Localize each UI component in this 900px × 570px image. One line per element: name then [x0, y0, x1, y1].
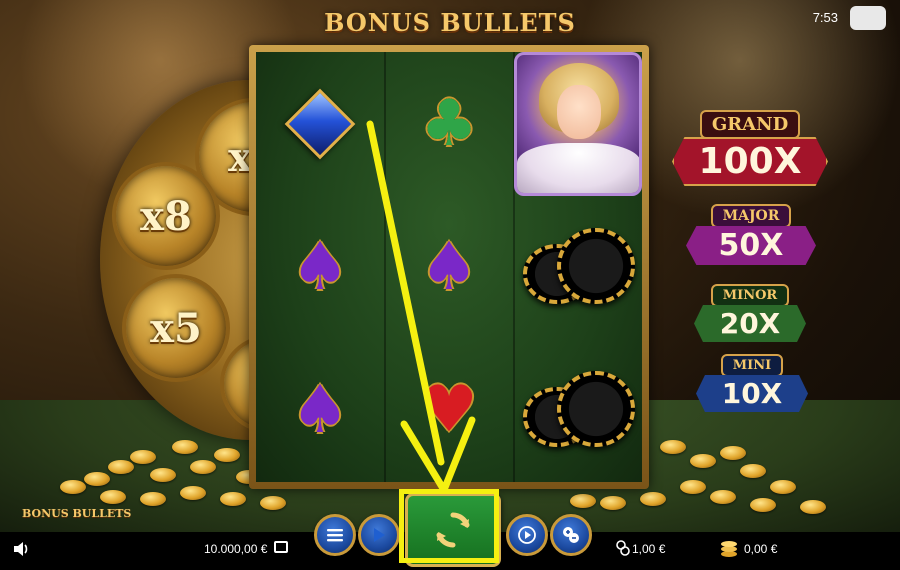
bonus-chip-stack-symbol — [523, 365, 635, 455]
reel-cell — [514, 195, 642, 338]
jackpot-minor: MINOR 20X — [694, 284, 806, 342]
reel-grid: ♠ ♠ ♣ ♠ ♥ — [256, 51, 642, 482]
blue-diamond-symbol — [284, 88, 356, 159]
reel-cell — [256, 52, 384, 195]
reel-cell — [514, 51, 642, 196]
reel-cell: ♠ — [256, 195, 384, 338]
speaker-icon[interactable] — [12, 540, 30, 558]
multiplier-chamber: x5 — [122, 274, 230, 382]
jackpot-grand: GRAND 100X — [672, 110, 828, 186]
purple-spade-symbol: ♠ — [419, 227, 479, 305]
bet-value[interactable]: 1,00 € — [632, 542, 665, 556]
woman-portrait-symbol — [514, 51, 642, 196]
plus-minus-icon — [563, 527, 579, 543]
reel-cell: ♠ — [385, 195, 513, 338]
play-icon — [374, 528, 385, 542]
fast-forward-icon — [518, 526, 536, 544]
wallet-icon — [274, 541, 288, 553]
purple-spade-symbol: ♠ — [290, 227, 350, 305]
reel-cell: ♥ — [385, 338, 513, 481]
autoplay-button[interactable] — [358, 514, 400, 556]
bet-settings-button[interactable] — [550, 514, 592, 556]
balance-value: 10.000,00 € — [204, 542, 268, 556]
gold-coins-icon — [720, 536, 738, 558]
game-title: BONUS BULLETS — [324, 8, 576, 37]
provider-logo — [850, 6, 886, 30]
jackpot-mini: MINI 10X — [696, 354, 808, 412]
clock: 7:53 — [812, 10, 838, 25]
bonus-chip-stack-symbol — [523, 222, 635, 312]
purple-spade-symbol: ♠ — [290, 370, 350, 448]
turbo-button[interactable] — [506, 514, 548, 556]
menu-icon — [327, 529, 343, 542]
win-value: 0,00 € — [744, 542, 778, 556]
jackpot-major: MAJOR 50X — [686, 204, 816, 265]
reel-cell — [514, 338, 642, 481]
green-club-symbol: ♣ — [420, 86, 478, 161]
multiplier-chamber: x8 — [112, 162, 220, 270]
menu-button[interactable] — [314, 514, 356, 556]
game-logo-small: BONUS BULLETS — [22, 507, 132, 520]
reel-cell: ♣ — [385, 52, 513, 195]
reel-cell: ♠ — [256, 338, 384, 481]
red-heart-symbol: ♥ — [420, 372, 478, 447]
coin-stack-icon — [616, 540, 630, 556]
spin-button-highlight — [399, 489, 499, 563]
